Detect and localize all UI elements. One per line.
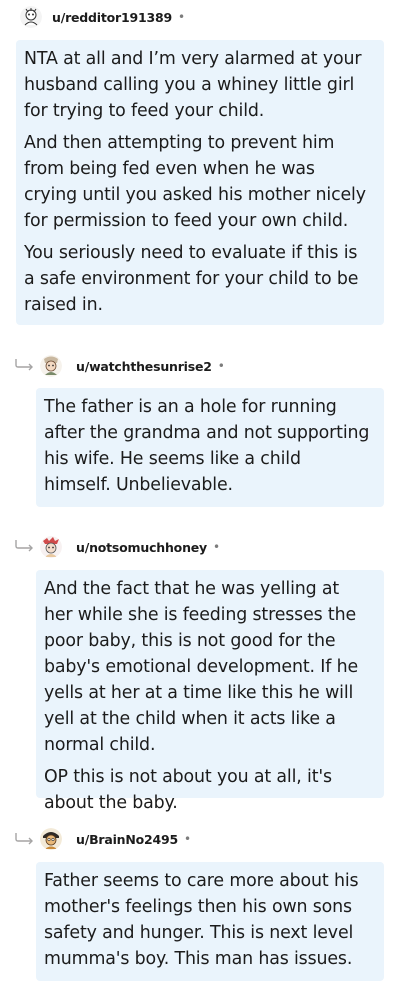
comment-body: Father seems to care more about his moth… <box>36 862 384 981</box>
comment-paragraph: Father seems to care more about his moth… <box>44 871 359 969</box>
avatar-icon[interactable] <box>40 536 62 558</box>
username[interactable]: u/BrainNo2495 <box>76 832 178 847</box>
separator-dot: • <box>217 359 225 373</box>
comment-header: u/notsomuchhoney • <box>40 534 220 560</box>
avatar-icon[interactable] <box>40 828 62 850</box>
comment-paragraph: And the fact that he was yelling at her … <box>44 579 359 755</box>
separator-dot: • <box>213 540 221 554</box>
avatar-icon[interactable] <box>40 355 62 377</box>
comment-body: NTA at all and I’m very alarmed at your … <box>16 40 384 325</box>
comment-paragraph: NTA at all and I’m very alarmed at your … <box>24 49 362 121</box>
comment-header: u/BrainNo2495 • <box>40 826 191 852</box>
username[interactable]: u/watchthesunrise2 <box>76 359 212 374</box>
separator-dot: • <box>184 832 192 846</box>
comment-paragraph: The father is an a hole for running afte… <box>44 397 370 495</box>
comment-body: And the fact that he was yelling at her … <box>36 570 384 813</box>
comment-paragraph: You seriously need to evaluate if this i… <box>24 243 359 315</box>
reply-arrow-icon <box>15 833 33 845</box>
username[interactable]: u/notsomuchhoney <box>76 540 207 555</box>
reply-arrow-icon <box>15 359 33 371</box>
comment-body: The father is an a hole for running afte… <box>36 388 384 507</box>
avatar-icon[interactable] <box>20 6 42 28</box>
comment-header: u/redditor191389 • <box>20 4 185 30</box>
reply-arrow-icon <box>15 540 33 552</box>
comment-paragraph: OP this is not about you at all, it's ab… <box>44 767 332 813</box>
comment-paragraph: And then attempting to prevent him from … <box>24 133 366 231</box>
username[interactable]: u/redditor191389 <box>52 10 172 25</box>
comment-header: u/watchthesunrise2 • <box>40 353 225 379</box>
separator-dot: • <box>178 10 186 24</box>
